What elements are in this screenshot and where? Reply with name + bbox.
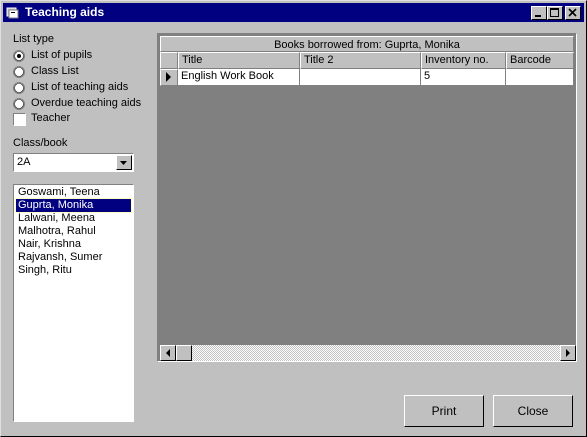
list-item[interactable]: Goswami, Teena [16, 186, 131, 199]
chevron-down-icon [120, 161, 127, 165]
column-header-title[interactable]: Title [178, 52, 300, 69]
option-overdue-teaching-aids-label[interactable]: Overdue teaching aids [31, 97, 141, 109]
maximize-icon [550, 8, 559, 17]
option-list-of-pupils-label[interactable]: List of pupils [31, 49, 92, 61]
maximize-button[interactable] [547, 6, 563, 20]
table-cell-barcode[interactable] [506, 69, 574, 86]
close-window-button[interactable] [565, 6, 581, 20]
minimize-button[interactable] [531, 6, 547, 20]
list-type-label: List type [13, 33, 54, 45]
radio-list-of-pupils[interactable] [13, 50, 25, 62]
row-selector[interactable] [160, 69, 178, 86]
grid-corner-header [160, 52, 178, 69]
teacher-checkbox-label[interactable]: Teacher [31, 112, 70, 124]
pupil-listbox[interactable]: Goswami, Teena Guprta, Monika Lalwani, M… [13, 184, 134, 422]
radio-list-of-teaching-aids[interactable] [13, 82, 25, 94]
horizontal-scrollbar[interactable] [160, 345, 576, 361]
list-item[interactable]: Lalwani, Meena [16, 212, 131, 225]
title-bar[interactable]: Teaching aids [3, 3, 584, 22]
list-item[interactable]: Nair, Krishna [16, 238, 131, 251]
list-item[interactable]: Malhotra, Rahul [16, 225, 131, 238]
list-item[interactable]: Singh, Ritu [16, 264, 131, 277]
column-header-inventory[interactable]: Inventory no. [421, 52, 506, 69]
class-book-value: 2A [17, 156, 31, 168]
column-header-title2[interactable]: Title 2 [300, 52, 421, 69]
print-button[interactable]: Print [404, 395, 484, 427]
teacher-checkbox[interactable] [13, 113, 26, 126]
teaching-aids-window: Teaching aids List type List of pupils C… [0, 0, 587, 437]
class-book-combobox[interactable]: 2A [13, 153, 134, 172]
class-book-dropdown-button[interactable] [116, 155, 132, 170]
grid-caption: Books borrowed from: Guprta, Monika [160, 36, 574, 52]
list-item[interactable]: Rajvansh, Sumer [16, 251, 131, 264]
current-row-arrow-icon [166, 72, 171, 82]
app-icon [6, 7, 19, 19]
minimize-icon [535, 15, 541, 17]
table-cell-title2[interactable] [300, 69, 421, 86]
option-class-list-label[interactable]: Class List [31, 65, 79, 77]
class-book-label: Class/book [13, 137, 68, 149]
column-header-barcode[interactable]: Barcode [506, 52, 574, 69]
scroll-track[interactable] [176, 345, 560, 361]
radio-overdue-teaching-aids[interactable] [13, 98, 25, 110]
table-cell-title[interactable]: English Work Book [178, 69, 300, 86]
table-cell-inventory[interactable]: 5 [421, 69, 506, 86]
scroll-thumb[interactable] [176, 345, 192, 361]
arrow-left-icon [166, 349, 170, 357]
scroll-left-button[interactable] [160, 345, 176, 361]
window-title: Teaching aids [25, 5, 105, 19]
option-list-of-teaching-aids-label[interactable]: List of teaching aids [31, 81, 128, 93]
borrowed-books-grid[interactable]: Books borrowed from: Guprta, Monika Titl… [157, 33, 577, 362]
radio-class-list[interactable] [13, 66, 25, 78]
close-icon [568, 8, 577, 17]
close-button[interactable]: Close [493, 395, 573, 427]
list-item-selected[interactable]: Guprta, Monika [15, 198, 132, 213]
scroll-right-button[interactable] [560, 345, 576, 361]
arrow-right-icon [566, 349, 570, 357]
